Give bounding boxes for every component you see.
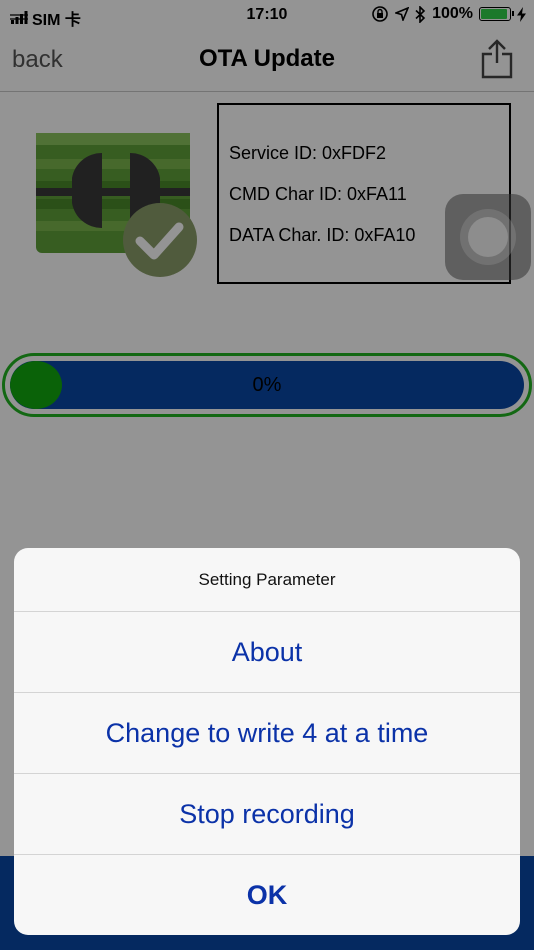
action-sheet-title: Setting Parameter (14, 548, 520, 612)
about-button[interactable]: About (14, 612, 520, 693)
stop-recording-button[interactable]: Stop recording (14, 774, 520, 855)
change-write-mode-button[interactable]: Change to write 4 at a time (14, 693, 520, 774)
setting-action-sheet: Setting Parameter About Change to write … (14, 548, 520, 935)
ok-button[interactable]: OK (14, 855, 520, 935)
